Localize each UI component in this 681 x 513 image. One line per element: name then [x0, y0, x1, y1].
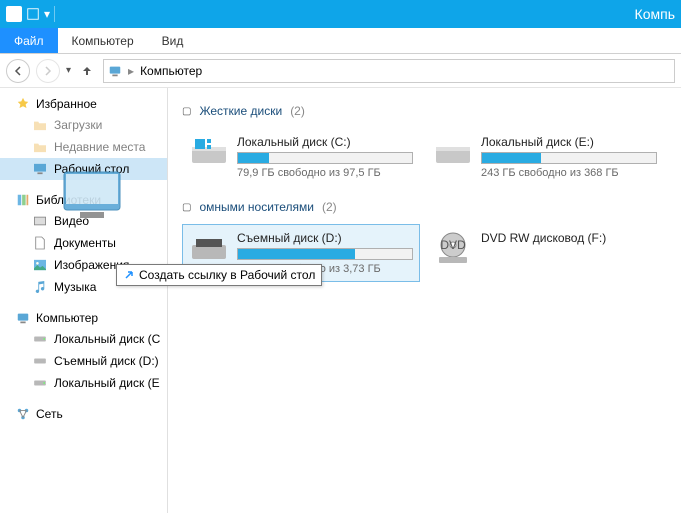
capacity-bar: [237, 152, 413, 164]
tooltip-text: Создать ссылку в Рабочий стол: [139, 268, 315, 282]
libraries-label: Библиотеки: [36, 193, 101, 207]
section-title: омными носителями: [199, 200, 314, 214]
drive-status: 79,9 ГБ свободно из 97,5 ГБ: [237, 167, 413, 179]
folder-icon: [32, 117, 48, 133]
sidebar-item-desktop[interactable]: Рабочий стол: [0, 158, 167, 180]
section-title: Жесткие диски: [199, 104, 282, 118]
system-menu-icon[interactable]: [6, 6, 22, 22]
drive-name: Локальный диск (C:): [237, 135, 413, 149]
sidebar-item-label: Музыка: [54, 280, 96, 294]
network-group[interactable]: Сеть: [0, 404, 167, 424]
sidebar-item-drive-e[interactable]: Локальный диск (E: [0, 372, 167, 394]
sidebar-item-label: Недавние места: [54, 140, 145, 154]
section-count: (2): [322, 200, 337, 214]
svg-text:DVD: DVD: [440, 238, 466, 252]
ribbon: Файл Компьютер Вид: [0, 28, 681, 54]
file-tab[interactable]: Файл: [0, 28, 58, 53]
window-title: Компь: [635, 6, 675, 22]
favorites-label: Избранное: [36, 97, 97, 111]
drive-name: Локальный диск (E:): [481, 135, 657, 149]
libraries-group[interactable]: Библиотеки: [0, 190, 167, 210]
content-pane: ▢ Жесткие диски (2) Локальный диск (C:) …: [168, 88, 681, 513]
sidebar-item-label: Локальный диск (E: [54, 376, 160, 390]
back-button[interactable]: [6, 59, 30, 83]
removable-drive-icon: [189, 231, 229, 267]
drive-name: Съемный диск (D:): [237, 231, 413, 245]
sidebar-item-label: Рабочий стол: [54, 162, 129, 176]
sidebar-item-videos[interactable]: Видео: [0, 210, 167, 232]
link-icon: [123, 269, 135, 281]
computer-icon: [108, 64, 122, 78]
sidebar-item-label: Съемный диск (D:): [54, 354, 159, 368]
hdd-icon: [433, 135, 473, 171]
sidebar-item-recent[interactable]: Недавние места: [0, 136, 167, 158]
qat-icon[interactable]: [26, 7, 40, 21]
drive-icon: [32, 375, 48, 391]
tab-view[interactable]: Вид: [148, 28, 198, 53]
dvd-drive-icon: DVD: [433, 231, 473, 267]
sidebar-item-documents[interactable]: Документы: [0, 232, 167, 254]
music-icon: [32, 279, 48, 295]
network-icon: [16, 407, 30, 421]
disclosure-icon: ▢: [182, 106, 191, 117]
computer-label: Компьютер: [36, 311, 98, 325]
disclosure-icon: ▢: [182, 202, 191, 213]
address-bar[interactable]: ▸ Компьютер: [103, 59, 675, 83]
sidebar-item-label: Видео: [54, 214, 89, 228]
libraries-icon: [16, 193, 30, 207]
breadcrumb-location[interactable]: Компьютер: [140, 64, 202, 78]
drive-icon: [32, 331, 48, 347]
section-count: (2): [290, 104, 305, 118]
drive-name: DVD RW дисковод (F:): [481, 231, 657, 245]
computer-group[interactable]: Компьютер: [0, 308, 167, 328]
drive-e[interactable]: Локальный диск (E:) 243 ГБ свободно из 3…: [426, 128, 664, 186]
drive-status: 243 ГБ свободно из 368 ГБ: [481, 167, 657, 179]
favorites-group[interactable]: Избранное: [0, 94, 167, 114]
sidebar-item-drive-c[interactable]: Локальный диск (C: [0, 328, 167, 350]
drive-f[interactable]: DVD DVD RW дисковод (F:): [426, 224, 664, 282]
desktop-icon: [32, 161, 48, 177]
pictures-icon: [32, 257, 48, 273]
sidebar-item-drive-d[interactable]: Съемный диск (D:): [0, 350, 167, 372]
capacity-bar: [237, 248, 413, 260]
breadcrumb-separator-icon: ▸: [128, 64, 134, 78]
up-button[interactable]: [77, 61, 97, 81]
tab-computer[interactable]: Компьютер: [58, 28, 148, 53]
forward-button[interactable]: [36, 59, 60, 83]
documents-icon: [32, 235, 48, 251]
removable-drive-icon: [32, 353, 48, 369]
star-icon: [16, 97, 30, 111]
sidebar-item-label: Локальный диск (C: [54, 332, 160, 346]
window-titlebar: ▾ Компь: [0, 0, 681, 28]
sidebar-item-label: Загрузки: [54, 118, 102, 132]
computer-icon: [16, 311, 30, 325]
drag-tooltip: Создать ссылку в Рабочий стол: [116, 264, 322, 286]
section-removable[interactable]: ▢ омными носителями (2): [182, 200, 667, 214]
sidebar-item-downloads[interactable]: Загрузки: [0, 114, 167, 136]
video-icon: [32, 213, 48, 229]
network-label: Сеть: [36, 407, 63, 421]
folder-icon: [32, 139, 48, 155]
qat-dropdown-icon[interactable]: ▾: [44, 7, 50, 21]
capacity-bar: [481, 152, 657, 164]
drive-c[interactable]: Локальный диск (C:) 79,9 ГБ свободно из …: [182, 128, 420, 186]
sidebar-item-label: Документы: [54, 236, 116, 250]
navigation-pane: Избранное Загрузки Недавние места Рабочи…: [0, 88, 168, 513]
section-hard-drives[interactable]: ▢ Жесткие диски (2): [182, 104, 667, 118]
hdd-icon: [189, 135, 229, 171]
navigation-bar: ▾ ▸ Компьютер: [0, 54, 681, 88]
history-dropdown-icon[interactable]: ▾: [66, 65, 71, 76]
